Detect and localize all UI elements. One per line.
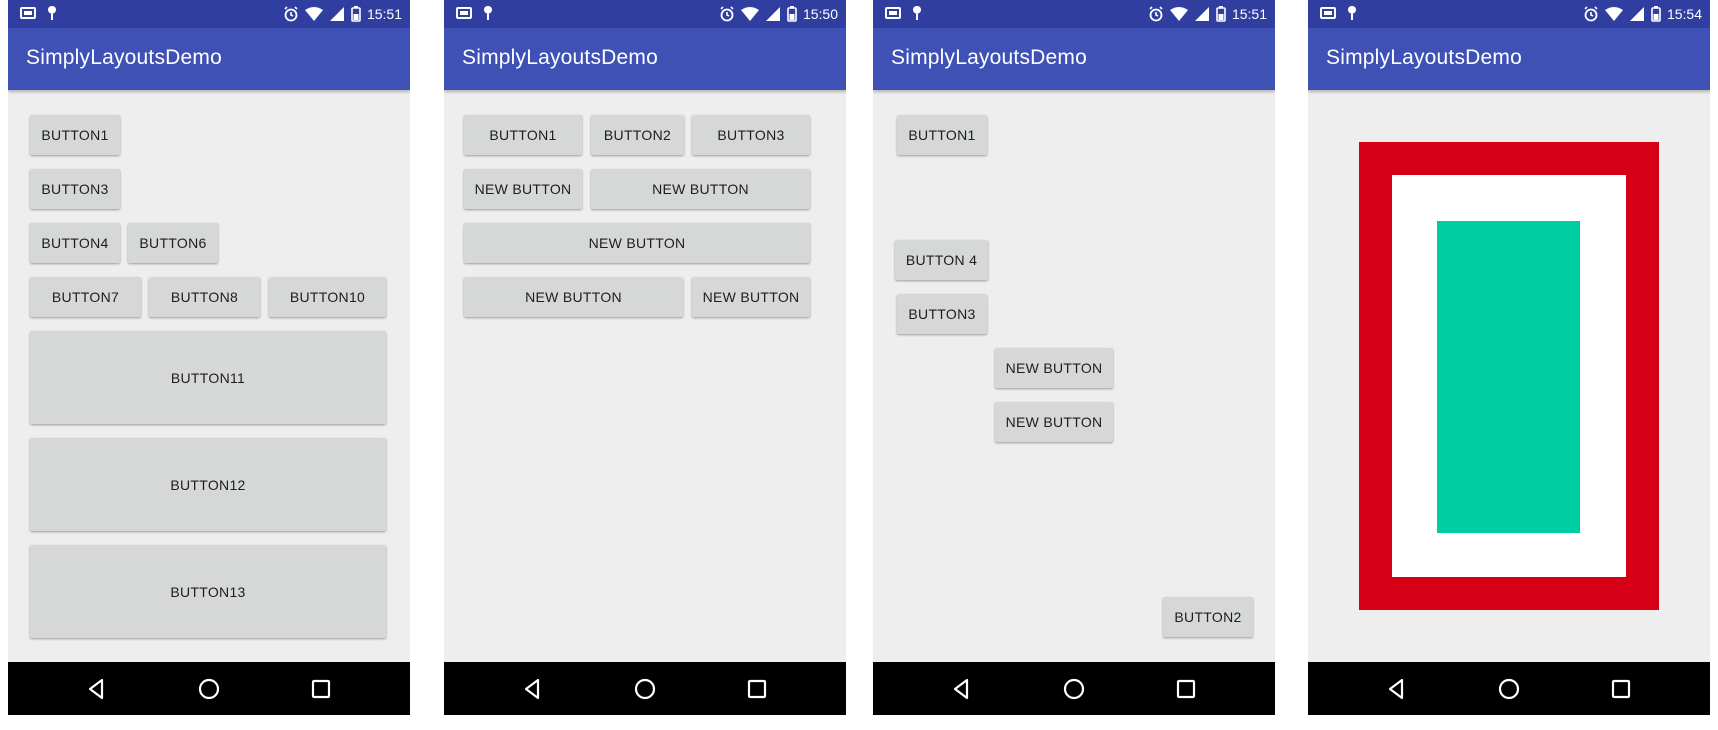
- wifi-icon: [304, 7, 323, 21]
- new-button[interactable]: NEW BUTTON: [464, 223, 810, 263]
- button3[interactable]: BUTTON3: [692, 115, 810, 155]
- button6[interactable]: BUTTON6: [128, 223, 218, 263]
- battery-icon: [351, 6, 361, 22]
- battery-icon: [787, 6, 797, 22]
- home-icon[interactable]: [196, 676, 222, 702]
- navigation-bar: [873, 662, 1275, 715]
- battery-icon: [1651, 6, 1661, 22]
- battery-icon: [1216, 6, 1226, 22]
- app-title: SimplyLayoutsDemo: [462, 46, 658, 69]
- recents-icon[interactable]: [1608, 676, 1634, 702]
- clock-time: 15:54: [1666, 6, 1702, 22]
- app-title: SimplyLayoutsDemo: [891, 46, 1087, 69]
- dropper-notification-icon: [913, 6, 921, 20]
- dropper-notification-icon: [1348, 6, 1356, 20]
- back-icon[interactable]: [520, 676, 546, 702]
- back-icon[interactable]: [949, 676, 975, 702]
- new-button[interactable]: NEW BUTTON: [995, 402, 1113, 442]
- recents-icon[interactable]: [744, 676, 770, 702]
- home-icon[interactable]: [1061, 676, 1087, 702]
- green-content-box: [1437, 221, 1580, 533]
- button10[interactable]: BUTTON10: [269, 277, 386, 317]
- image-notification-icon: [20, 7, 36, 19]
- new-button[interactable]: NEW BUTTON: [591, 169, 810, 209]
- navigation-bar: [1308, 662, 1710, 715]
- phone-screen-2: 15:50 SimplyLayoutsDemo BUTTON1 BUTTON2 …: [444, 0, 846, 715]
- home-icon[interactable]: [1496, 676, 1522, 702]
- image-notification-icon: [885, 7, 901, 19]
- back-icon[interactable]: [1384, 676, 1410, 702]
- wifi-icon: [1169, 7, 1188, 21]
- button13[interactable]: BUTTON13: [30, 545, 386, 638]
- status-bar: 15:50: [444, 0, 846, 28]
- recents-icon[interactable]: [308, 676, 334, 702]
- new-button[interactable]: NEW BUTTON: [995, 348, 1113, 388]
- alarm-icon: [284, 6, 298, 22]
- dropper-notification-icon: [484, 6, 492, 20]
- app-bar: SimplyLayoutsDemo: [1308, 28, 1710, 90]
- signal-icon: [329, 7, 344, 21]
- button-4[interactable]: BUTTON 4: [895, 240, 988, 280]
- phone-screen-1: 15:51 SimplyLayoutsDemo BUTTON1 BUTTON3 …: [8, 0, 410, 715]
- image-notification-icon: [1320, 7, 1336, 19]
- app-bar: SimplyLayoutsDemo: [873, 28, 1275, 90]
- clock-time: 15:51: [366, 6, 402, 22]
- dropper-notification-icon: [48, 6, 56, 20]
- button8[interactable]: BUTTON8: [149, 277, 260, 317]
- status-bar: 15:51: [873, 0, 1275, 28]
- app-bar: SimplyLayoutsDemo: [444, 28, 846, 90]
- wifi-icon: [740, 7, 759, 21]
- navigation-bar: [444, 662, 846, 715]
- button2[interactable]: BUTTON2: [591, 115, 684, 155]
- status-bar: 15:51: [8, 0, 410, 28]
- phone-screen-3: 15:51 SimplyLayoutsDemo BUTTON1 BUTTON 4…: [873, 0, 1275, 715]
- app-title: SimplyLayoutsDemo: [1326, 46, 1522, 69]
- button1[interactable]: BUTTON1: [464, 115, 582, 155]
- navigation-bar: [8, 662, 410, 715]
- app-bar: SimplyLayoutsDemo: [8, 28, 410, 90]
- recents-icon[interactable]: [1173, 676, 1199, 702]
- new-button[interactable]: NEW BUTTON: [692, 277, 810, 317]
- button1[interactable]: BUTTON1: [30, 115, 120, 155]
- phone-screen-4: 15:54 SimplyLayoutsDemo: [1308, 0, 1710, 715]
- clock-time: 15:51: [1231, 6, 1267, 22]
- button1[interactable]: BUTTON1: [897, 115, 987, 155]
- signal-icon: [1194, 7, 1209, 21]
- new-button[interactable]: NEW BUTTON: [464, 169, 582, 209]
- signal-icon: [765, 7, 780, 21]
- alarm-icon: [1149, 6, 1163, 22]
- button3[interactable]: BUTTON3: [897, 294, 987, 334]
- status-bar: 15:54: [1308, 0, 1710, 28]
- button2[interactable]: BUTTON2: [1163, 597, 1253, 637]
- image-notification-icon: [456, 7, 472, 19]
- clock-time: 15:50: [802, 6, 838, 22]
- alarm-icon: [1584, 6, 1598, 22]
- signal-icon: [1629, 7, 1644, 21]
- button4[interactable]: BUTTON4: [30, 223, 120, 263]
- screenshot-collage: 15:51 SimplyLayoutsDemo BUTTON1 BUTTON3 …: [0, 0, 1718, 730]
- app-title: SimplyLayoutsDemo: [26, 46, 222, 69]
- button12[interactable]: BUTTON12: [30, 438, 386, 531]
- wifi-icon: [1604, 7, 1623, 21]
- button3[interactable]: BUTTON3: [30, 169, 120, 209]
- button11[interactable]: BUTTON11: [30, 331, 386, 424]
- new-button[interactable]: NEW BUTTON: [464, 277, 683, 317]
- home-icon[interactable]: [632, 676, 658, 702]
- back-icon[interactable]: [84, 676, 110, 702]
- button7[interactable]: BUTTON7: [30, 277, 141, 317]
- alarm-icon: [720, 6, 734, 22]
